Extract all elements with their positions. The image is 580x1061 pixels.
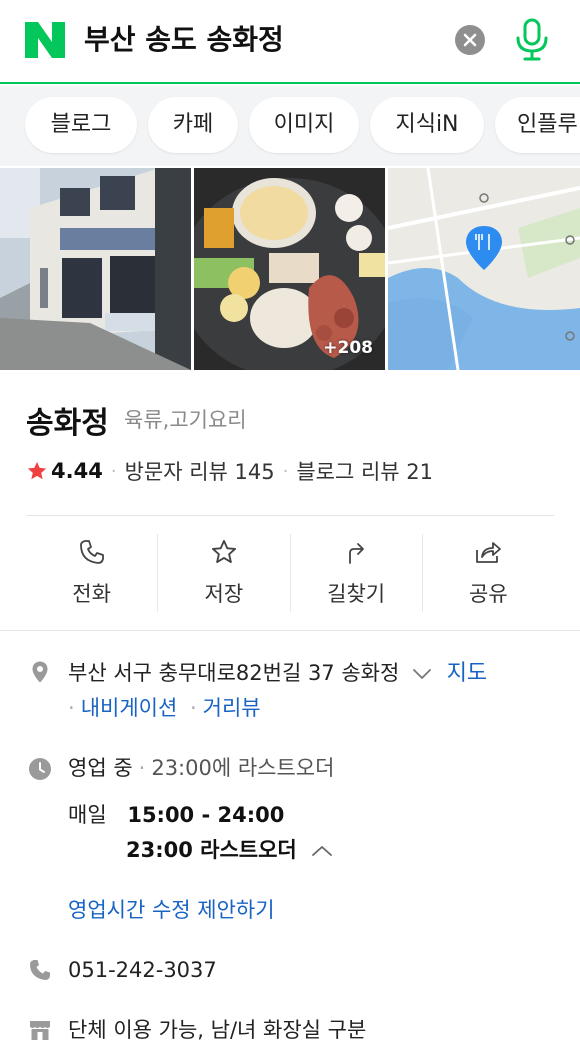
photo-strip: +208 — [0, 168, 580, 370]
facilities-info: 단체 이용 가능, 남/녀 화장실 구분 — [68, 1018, 367, 1042]
tab-influencer[interactable]: 인플루 — [495, 97, 580, 153]
last-order-summary: 23:00에 라스트오더 — [151, 756, 335, 780]
action-bar: 전화 저장 길찾기 공유 — [26, 534, 554, 612]
tab-image[interactable]: 이미지 — [249, 97, 359, 153]
share-label: 공유 — [469, 582, 508, 606]
search-tabs: 블로그 카페 이미지 지식iN 인플루 — [0, 86, 580, 166]
chevron-up-icon[interactable] — [311, 844, 333, 858]
tab-cafe[interactable]: 카페 — [148, 97, 238, 153]
location-pin-icon — [32, 661, 48, 683]
visitor-reviews-link[interactable]: 방문자 리뷰 145 — [125, 456, 275, 486]
directions-label: 길찾기 — [327, 582, 386, 606]
phone-number[interactable]: 051-242-3037 — [68, 955, 217, 985]
map-link[interactable]: 지도 — [447, 661, 487, 686]
last-order-row: 23:00 라스트오더 — [126, 835, 333, 865]
photo-count-badge: +208 — [323, 338, 373, 358]
directions-button[interactable]: 길찾기 — [289, 534, 422, 612]
address-text[interactable]: 부산 서구 충무대로82번길 37 송화정 — [68, 661, 399, 685]
chevron-down-icon[interactable] — [412, 667, 432, 681]
rating-value: 4.44 — [51, 459, 103, 483]
food-photo[interactable]: +208 — [194, 168, 385, 370]
day-label: 매일 — [68, 803, 107, 827]
call-button[interactable]: 전화 — [26, 534, 157, 612]
open-status: 영업 중 — [68, 756, 133, 780]
phone-icon — [79, 540, 104, 564]
star-icon — [27, 461, 47, 480]
address-row: 부산 서구 충무대로82번길 37 송화정 지도 — [68, 658, 487, 689]
call-label: 전화 — [72, 582, 111, 606]
map-thumbnail[interactable] — [388, 168, 580, 370]
streetview-link[interactable]: 거리뷰 — [203, 696, 261, 720]
business-status-row: 영업 중 · 23:00에 라스트오더 — [68, 756, 335, 780]
close-icon — [463, 33, 477, 47]
share-button[interactable]: 공유 — [421, 534, 554, 612]
naver-logo[interactable] — [25, 22, 65, 58]
phone-icon — [30, 960, 50, 980]
blog-reviews-link[interactable]: 블로그 리뷰 21 — [296, 456, 433, 486]
place-category: 육류,고기요리 — [124, 408, 247, 432]
storefront-photo[interactable] — [0, 168, 191, 370]
star-outline-icon — [211, 539, 236, 563]
clock-icon — [29, 758, 51, 780]
rating-row: 4.44 · 방문자 리뷰 145 · 블로그 리뷰 21 — [26, 456, 433, 486]
navigation-link[interactable]: 내비게이션 — [81, 696, 178, 720]
save-label: 저장 — [204, 582, 244, 606]
time-range: 15:00 - 24:00 — [127, 803, 285, 827]
divider — [26, 515, 554, 516]
search-bar: 부산 송도 송화정 — [0, 0, 580, 84]
clear-search-button[interactable] — [455, 25, 485, 55]
store-icon — [30, 1021, 50, 1040]
search-input[interactable]: 부산 송도 송화정 — [84, 22, 284, 58]
directions-icon — [349, 543, 365, 564]
last-order-detail: 23:00 라스트오더 — [126, 838, 297, 862]
tab-blog[interactable]: 블로그 — [25, 97, 137, 153]
divider — [0, 630, 580, 631]
address-links-row: · 내비게이션 · 거리뷰 — [68, 696, 261, 720]
place-name: 송화정 — [26, 406, 109, 441]
share-icon — [476, 542, 502, 563]
hours-detail-row: 매일 15:00 - 24:00 — [68, 800, 284, 830]
save-button[interactable]: 저장 — [157, 534, 289, 612]
suggest-hours-edit-link[interactable]: 영업시간 수정 제안하기 — [68, 895, 275, 925]
microphone-icon[interactable] — [512, 18, 552, 62]
tab-knowledge-in[interactable]: 지식iN — [370, 97, 484, 153]
